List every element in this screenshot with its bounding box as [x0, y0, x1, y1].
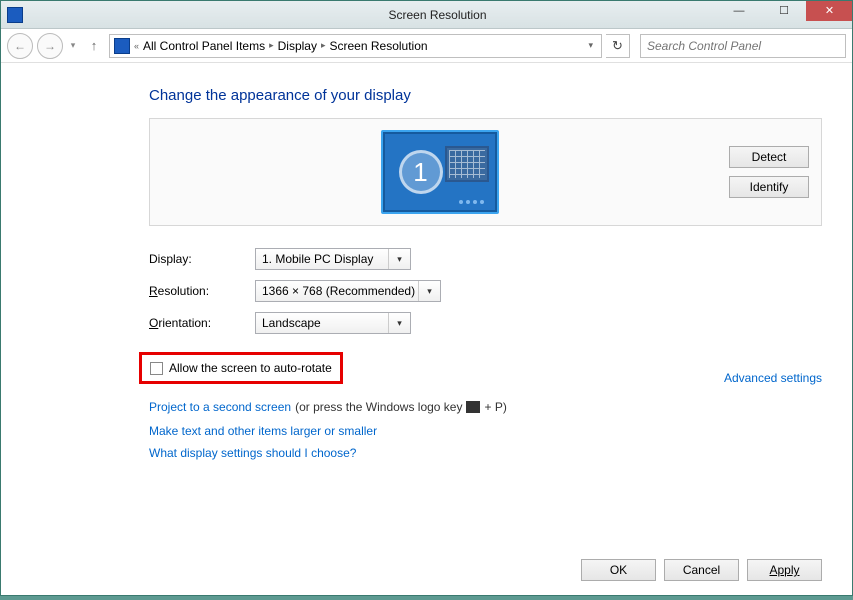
- project-row: Project to a second screen (or press the…: [149, 400, 822, 414]
- back-button[interactable]: ←: [7, 33, 33, 59]
- address-dropdown[interactable]: ▾: [584, 40, 597, 51]
- close-button[interactable]: ✕: [806, 1, 852, 21]
- up-button[interactable]: ↑: [85, 38, 103, 53]
- chevron-down-icon: ▾: [388, 249, 404, 269]
- display-help-link[interactable]: What display settings should I choose?: [149, 446, 822, 460]
- history-dropdown[interactable]: ▾: [67, 40, 79, 51]
- apply-button[interactable]: Apply: [747, 559, 822, 581]
- project-hint-post: + P): [484, 400, 506, 414]
- windows-key-icon: [466, 401, 480, 413]
- orientation-label: Orientation:: [149, 316, 255, 330]
- auto-rotate-label: Allow the screen to auto-rotate: [169, 361, 332, 375]
- identify-button[interactable]: Identify: [729, 176, 809, 198]
- window: Screen Resolution — ☐ ✕ ← → ▾ ↑ « All Co…: [0, 0, 853, 596]
- highlighted-checkbox-area: Allow the screen to auto-rotate: [139, 352, 343, 384]
- auto-rotate-checkbox[interactable]: [150, 362, 163, 375]
- display-dropdown[interactable]: 1. Mobile PC Display ▾: [255, 248, 411, 270]
- location-icon: [114, 38, 130, 54]
- chevron-left-icon: «: [134, 41, 139, 51]
- breadcrumb-item[interactable]: Display▸: [278, 39, 326, 53]
- text-size-link[interactable]: Make text and other items larger or smal…: [149, 424, 822, 438]
- navbar: ← → ▾ ↑ « All Control Panel Items▸ Displ…: [1, 29, 852, 63]
- monitor-number: 1: [399, 150, 443, 194]
- monitor-grid-icon: [445, 146, 489, 182]
- resolution-dropdown[interactable]: 1366 × 768 (Recommended) ▾: [255, 280, 441, 302]
- orientation-dropdown[interactable]: Landscape ▾: [255, 312, 411, 334]
- detect-button[interactable]: Detect: [729, 146, 809, 168]
- ok-button[interactable]: OK: [581, 559, 656, 581]
- titlebar: Screen Resolution — ☐ ✕: [1, 1, 852, 29]
- app-icon: [7, 7, 23, 23]
- cancel-button[interactable]: Cancel: [664, 559, 739, 581]
- display-label: Display:: [149, 252, 255, 266]
- settings-form: Display: 1. Mobile PC Display ▾ Resoluti…: [149, 248, 822, 334]
- breadcrumb-item[interactable]: All Control Panel Items▸: [143, 39, 274, 53]
- dialog-buttons: OK Cancel Apply: [581, 559, 822, 581]
- maximize-button[interactable]: ☐: [761, 1, 806, 21]
- chevron-right-icon: ▸: [269, 40, 274, 51]
- page-heading: Change the appearance of your display: [149, 87, 822, 104]
- monitor-preview[interactable]: 1: [162, 130, 717, 214]
- address-bar[interactable]: « All Control Panel Items▸ Display▸ Scre…: [109, 34, 602, 58]
- chevron-down-icon: ▾: [388, 313, 404, 333]
- project-hint-pre: (or press the Windows logo key: [295, 400, 462, 414]
- display-preview-panel: 1 Detect Identify: [149, 118, 822, 226]
- resolution-label: Resolution:: [149, 284, 255, 298]
- project-second-screen-link[interactable]: Project to a second screen: [149, 400, 291, 414]
- refresh-button[interactable]: ↻: [606, 34, 630, 58]
- advanced-settings-link[interactable]: Advanced settings: [724, 371, 822, 385]
- minimize-button[interactable]: —: [716, 1, 761, 21]
- content-area: Change the appearance of your display 1 …: [149, 87, 822, 460]
- chevron-down-icon: ▾: [418, 281, 434, 301]
- breadcrumb-item[interactable]: Screen Resolution: [330, 39, 428, 53]
- chevron-right-icon: ▸: [321, 40, 326, 51]
- monitor-icon: 1: [381, 130, 499, 214]
- search-input[interactable]: [647, 39, 839, 53]
- monitor-dots-icon: [459, 200, 487, 206]
- forward-button[interactable]: →: [37, 33, 63, 59]
- search-box[interactable]: [640, 34, 846, 58]
- help-links: Make text and other items larger or smal…: [149, 424, 822, 460]
- window-controls: — ☐ ✕: [716, 1, 852, 21]
